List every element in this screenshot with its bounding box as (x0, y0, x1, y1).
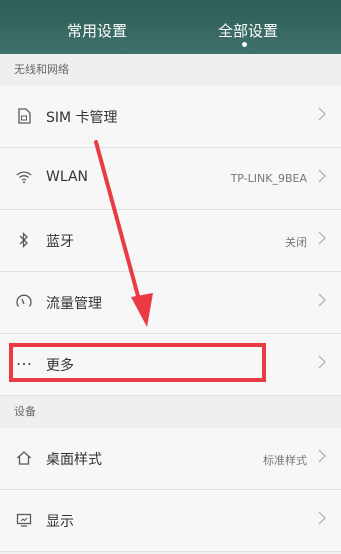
display-icon (16, 512, 32, 528)
settings-item-desktop-style[interactable]: 桌面样式 标准样式 (0, 428, 341, 490)
tab-all-settings[interactable]: 全部设置 (218, 20, 278, 41)
section-header-wireless: 无线和网络 (0, 54, 341, 86)
data-usage-label: 流量管理 (46, 296, 102, 312)
chevron-right-icon (318, 107, 326, 121)
chevron-right-icon (318, 511, 326, 525)
chevron-right-icon (318, 449, 326, 463)
desktop-style-value: 标准样式 (263, 454, 307, 467)
settings-item-data-usage[interactable]: 流量管理 (0, 272, 341, 334)
chevron-right-icon (318, 231, 326, 245)
sim-card-icon (16, 108, 32, 124)
sim-label: SIM 卡管理 (46, 110, 118, 126)
active-tab-indicator (242, 42, 247, 47)
settings-item-bluetooth[interactable]: 蓝牙 关闭 (0, 210, 341, 272)
bluetooth-value: 关闭 (285, 236, 307, 249)
desktop-style-label: 桌面样式 (46, 452, 102, 468)
settings-item-wlan[interactable]: WLAN TP-LINK_9BEA (0, 148, 341, 210)
home-icon (16, 450, 32, 466)
top-tab-bar: 常用设置 全部设置 (0, 0, 341, 54)
bluetooth-icon (16, 231, 32, 249)
bluetooth-label: 蓝牙 (46, 234, 74, 250)
settings-item-sim[interactable]: SIM 卡管理 (0, 86, 341, 148)
chevron-right-icon (318, 293, 326, 307)
wlan-label: WLAN (46, 169, 89, 185)
more-label: 更多 (46, 358, 74, 374)
tab-common-settings[interactable]: 常用设置 (67, 20, 127, 41)
chevron-right-icon (318, 169, 326, 183)
data-usage-icon (16, 294, 32, 310)
wifi-icon (16, 170, 32, 186)
chevron-right-icon (318, 355, 326, 369)
wlan-value: TP-LINK_9BEA (230, 172, 307, 185)
settings-item-display[interactable]: 显示 (0, 490, 341, 552)
display-label: 显示 (46, 514, 74, 530)
section-header-device: 设备 (0, 396, 341, 428)
more-dots-icon (16, 356, 32, 372)
settings-item-more[interactable]: 更多 (0, 334, 341, 396)
